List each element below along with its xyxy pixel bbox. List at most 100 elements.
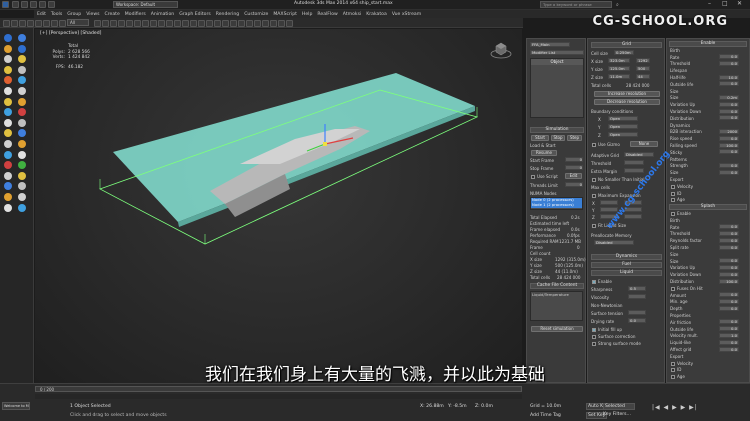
plugin-shelf-icon[interactable] <box>18 44 26 53</box>
plugin-shelf-icon[interactable] <box>18 118 26 127</box>
x-coord[interactable]: X: 26.88m <box>420 404 444 409</box>
numa-node-1[interactable]: Node 1 (2 processors) <box>531 202 582 208</box>
strength-field[interactable]: 0.0 <box>719 162 739 168</box>
grid-rollout-header[interactable]: Grid <box>591 42 662 48</box>
splash-variation-down-field[interactable]: 0.0 <box>719 271 739 277</box>
min-age-field[interactable]: 0.0 <box>719 298 739 304</box>
toolbar-tool-icon[interactable] <box>230 20 237 27</box>
velocity-mult-field[interactable]: 1.0 <box>719 332 739 338</box>
start-button[interactable]: Start <box>531 135 549 141</box>
ysize-cells-field[interactable]: 500 <box>636 66 650 71</box>
dynamics-rollout-header[interactable]: Dynamics <box>591 254 662 260</box>
halflife-field[interactable]: 10.0 <box>719 74 739 80</box>
toolbar-tool-icon[interactable] <box>134 20 141 27</box>
modifier-list-dropdown[interactable]: Modifier List <box>530 50 584 55</box>
distribution-field[interactable]: 0.0 <box>719 115 739 121</box>
undo-icon[interactable] <box>39 1 46 8</box>
simulation-rollout-header[interactable]: Simulation <box>530 127 584 133</box>
b2b-interaction-field[interactable]: 2000 <box>719 128 739 134</box>
id-checkbox[interactable] <box>671 191 675 196</box>
toolbar-tool-icon[interactable] <box>254 20 261 27</box>
menu-item-vue-xstream[interactable]: Vue xStream <box>392 12 421 17</box>
liquid-rollout-header[interactable]: Liquid <box>591 270 662 276</box>
add-time-tag[interactable]: Add Time Tag <box>530 413 561 418</box>
menu-item-atmoksi[interactable]: Atmoksi <box>343 12 361 17</box>
plugin-shelf-icon[interactable] <box>4 65 12 74</box>
plugin-shelf-icon[interactable] <box>4 108 12 117</box>
drying-rate-field[interactable]: 0.0 <box>628 318 646 323</box>
plugin-shelf-icon[interactable] <box>4 118 12 127</box>
fit-liquid-checkbox[interactable] <box>592 224 596 228</box>
time-slider[interactable]: 0 / 200 <box>35 386 522 392</box>
redo-icon[interactable] <box>48 1 55 8</box>
toolbar-tool-icon[interactable] <box>19 20 26 27</box>
plugin-shelf-icon[interactable] <box>4 34 12 42</box>
plugin-shelf-icon[interactable] <box>18 193 26 201</box>
surface-correction-checkbox[interactable] <box>592 335 596 339</box>
minimize-icon[interactable]: – <box>708 0 711 7</box>
amount-field[interactable]: 0.0 <box>719 292 739 298</box>
menu-item-customize[interactable]: Customize <box>244 12 268 17</box>
initial-fill-checkbox[interactable] <box>592 328 596 332</box>
plugin-shelf-icon[interactable] <box>18 140 26 148</box>
threshold-field[interactable]: 0.0 <box>719 60 739 66</box>
foam-enable-header[interactable]: Enable <box>669 41 747 47</box>
size-field[interactable]: 0.2m <box>719 94 739 100</box>
use-script-checkbox[interactable] <box>531 175 535 179</box>
adaptive-grid-dropdown[interactable]: Disabled <box>624 152 654 157</box>
reynolds-factor-field[interactable]: 0.0 <box>719 237 739 243</box>
close-icon[interactable]: ✕ <box>737 0 742 7</box>
toolbar-tool-icon[interactable] <box>198 20 205 27</box>
strong-surface-checkbox[interactable] <box>592 342 596 346</box>
toolbar-tool-icon[interactable] <box>174 20 181 27</box>
menu-item-krakatoa[interactable]: Krakatoa <box>366 12 387 17</box>
menu-item-animation[interactable]: Animation <box>151 12 174 17</box>
load-start-label[interactable]: Load & Start <box>530 143 556 148</box>
use-gizmo-checkbox[interactable] <box>592 143 596 147</box>
expansion-x-min[interactable] <box>600 200 618 205</box>
step-button[interactable]: Step <box>567 135 582 141</box>
xsize-cells-field[interactable]: 1292 <box>636 58 650 63</box>
toolbar-tool-icon[interactable] <box>118 20 125 27</box>
menu-item-views[interactable]: Views <box>86 12 99 17</box>
plugin-shelf-icon[interactable] <box>18 161 26 170</box>
sharpness-field[interactable]: 0.5 <box>628 286 646 291</box>
splash-rate-field[interactable]: 0.0 <box>719 224 739 230</box>
maximize-icon[interactable]: □ <box>722 0 728 7</box>
plugin-shelf-icon[interactable] <box>18 108 26 117</box>
threshold-field[interactable] <box>624 160 644 165</box>
toolbar-tool-icon[interactable] <box>51 20 58 27</box>
boundary-x-dropdown[interactable]: Open <box>608 116 638 121</box>
splash-threshold-field[interactable]: 0.0 <box>719 230 739 236</box>
splash-variation-up-field[interactable]: 0.0 <box>719 264 739 270</box>
start-frame-field[interactable]: 0 <box>565 157 583 162</box>
boundary-z-dropdown[interactable]: Open <box>608 132 638 137</box>
cell-size-field[interactable]: 0.250m <box>614 50 634 55</box>
splash-header[interactable]: Splash <box>669 204 747 211</box>
track-bar[interactable] <box>35 394 522 399</box>
variation-down-field[interactable]: 0.0 <box>719 108 739 114</box>
object-name-field[interactable]: FFA_Main <box>530 42 570 47</box>
welcome-box[interactable]: Welcome to M <box>2 402 30 410</box>
toolbar-tool-icon[interactable] <box>158 20 165 27</box>
pattern-size-field[interactable]: 0.0 <box>719 169 739 175</box>
toolbar-tool-icon[interactable] <box>27 20 34 27</box>
toolbar-tool-icon[interactable] <box>222 20 229 27</box>
menu-item-create[interactable]: Create <box>105 12 120 17</box>
app-menu-icon[interactable] <box>2 1 9 8</box>
perspective-viewport[interactable]: [+] [Perspective] [Shaded] Total Polys: 2… <box>35 29 522 383</box>
playback-controls-icon[interactable]: |◀ ◀ ▶ ▶ ▶| <box>652 404 698 411</box>
toolbar-tool-icon[interactable] <box>142 20 149 27</box>
search-icon[interactable]: ⌕ <box>616 2 619 8</box>
numa-list[interactable]: Node 0 (2 processors) Node 1 (2 processo… <box>530 197 583 210</box>
menu-item-realflow[interactable]: RealFlow <box>317 12 337 17</box>
depth-field[interactable]: 0.0 <box>719 305 739 311</box>
menu-item-group[interactable]: Group <box>67 12 81 17</box>
toolbar-tool-icon[interactable] <box>102 20 109 27</box>
y-coord[interactable]: Y: -8.5m <box>448 404 467 409</box>
toolbar-tool-icon[interactable] <box>35 20 42 27</box>
key-filters-button[interactable]: Key Filters... <box>603 412 631 417</box>
stop-button[interactable]: Stop <box>551 135 565 141</box>
menu-item-graph-editors[interactable]: Graph Editors <box>179 12 211 17</box>
workspace-dropdown[interactable]: Workspace: Default <box>113 1 178 8</box>
